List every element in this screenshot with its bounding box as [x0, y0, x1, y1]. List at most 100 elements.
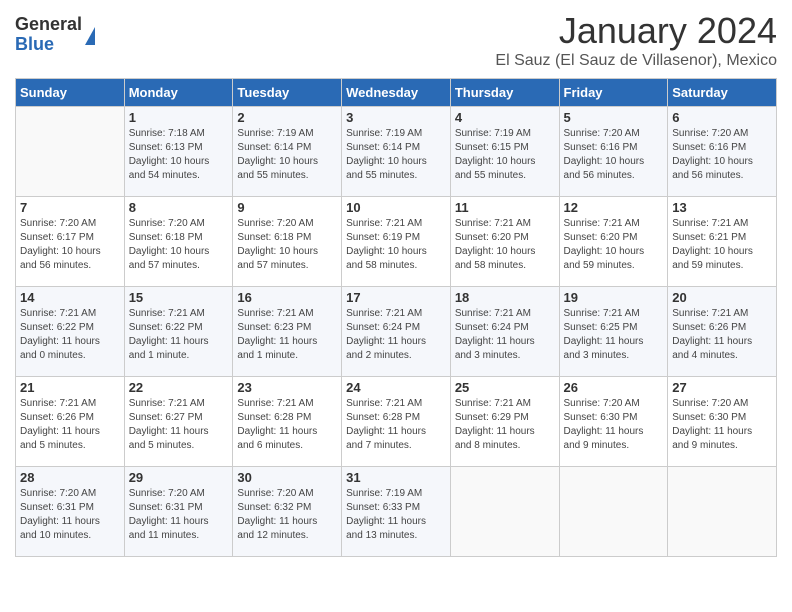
calendar-cell: 7 Sunrise: 7:20 AM Sunset: 6:17 PM Daylig…	[16, 197, 125, 287]
day-number: 2	[237, 110, 337, 125]
day-number: 14	[20, 290, 120, 305]
calendar-cell: 31Sunrise: 7:19 AM Sunset: 6:33 PM Dayli…	[342, 467, 451, 557]
header-row: Sunday Monday Tuesday Wednesday Thursday…	[16, 79, 777, 107]
header-sunday: Sunday	[16, 79, 125, 107]
calendar-cell	[16, 107, 125, 197]
logo-text: General Blue	[15, 15, 82, 55]
day-info: Sunrise: 7:21 AM Sunset: 6:29 PM Dayligh…	[455, 397, 555, 453]
calendar-cell: 9 Sunrise: 7:20 AM Sunset: 6:18 PM Daylig…	[233, 197, 342, 287]
calendar-cell: 24 Sunrise: 7:21 AM Sunset: 6:28 PM Dayli…	[342, 377, 451, 467]
header-monday: Monday	[124, 79, 233, 107]
calendar-cell: 18 Sunrise: 7:21 AM Sunset: 6:24 PM Dayli…	[450, 287, 559, 377]
day-info: Sunrise: 7:21 AM Sunset: 6:24 PM Dayligh…	[455, 307, 555, 363]
calendar-cell: 2 Sunrise: 7:19 AM Sunset: 6:14 PM Daylig…	[233, 107, 342, 197]
header-tuesday: Tuesday	[233, 79, 342, 107]
day-number: 15	[129, 290, 229, 305]
day-info: Sunrise: 7:21 AM Sunset: 6:20 PM Dayligh…	[564, 217, 664, 273]
calendar-cell: 23Sunrise: 7:21 AM Sunset: 6:28 PM Dayli…	[233, 377, 342, 467]
day-info: Sunrise: 7:21 AM Sunset: 6:22 PM Dayligh…	[129, 307, 229, 363]
day-info: Sunrise: 7:20 AM Sunset: 6:31 PM Dayligh…	[129, 487, 229, 543]
month-title: January 2024	[495, 10, 777, 52]
day-info: Sunrise: 7:20 AM Sunset: 6:17 PM Dayligh…	[20, 217, 120, 273]
calendar-cell: 25Sunrise: 7:21 AM Sunset: 6:29 PM Dayli…	[450, 377, 559, 467]
day-number: 23	[237, 380, 337, 395]
day-info: Sunrise: 7:21 AM Sunset: 6:26 PM Dayligh…	[672, 307, 772, 363]
calendar-cell: 6Sunrise: 7:20 AM Sunset: 6:16 PM Daylig…	[668, 107, 777, 197]
day-info: Sunrise: 7:19 AM Sunset: 6:14 PM Dayligh…	[237, 127, 337, 183]
day-number: 12	[564, 200, 664, 215]
calendar-cell	[559, 467, 668, 557]
day-info: Sunrise: 7:20 AM Sunset: 6:32 PM Dayligh…	[237, 487, 337, 543]
calendar-cell: 14 Sunrise: 7:21 AM Sunset: 6:22 PM Dayli…	[16, 287, 125, 377]
day-number: 17	[346, 290, 446, 305]
day-number: 28	[20, 470, 120, 485]
day-info: Sunrise: 7:21 AM Sunset: 6:21 PM Dayligh…	[672, 217, 772, 273]
calendar-cell: 12 Sunrise: 7:21 AM Sunset: 6:20 PM Dayli…	[559, 197, 668, 287]
calendar-cell: 15 Sunrise: 7:21 AM Sunset: 6:22 PM Dayli…	[124, 287, 233, 377]
day-number: 18	[455, 290, 555, 305]
day-number: 31	[346, 470, 446, 485]
day-number: 4	[455, 110, 555, 125]
day-number: 27	[672, 380, 772, 395]
day-number: 11	[455, 200, 555, 215]
calendar-cell: 4 Sunrise: 7:19 AM Sunset: 6:15 PM Daylig…	[450, 107, 559, 197]
day-info: Sunrise: 7:21 AM Sunset: 6:24 PM Dayligh…	[346, 307, 446, 363]
day-info: Sunrise: 7:20 AM Sunset: 6:30 PM Dayligh…	[564, 397, 664, 453]
day-number: 19	[564, 290, 664, 305]
calendar-table: Sunday Monday Tuesday Wednesday Thursday…	[15, 78, 777, 557]
logo: General Blue	[15, 15, 95, 55]
header-saturday: Saturday	[668, 79, 777, 107]
day-number: 29	[129, 470, 229, 485]
calendar-row-1: 1 Sunrise: 7:18 AM Sunset: 6:13 PM Daylig…	[16, 107, 777, 197]
day-number: 9	[237, 200, 337, 215]
day-info: Sunrise: 7:21 AM Sunset: 6:27 PM Dayligh…	[129, 397, 229, 453]
calendar-cell: 28 Sunrise: 7:20 AM Sunset: 6:31 PM Dayli…	[16, 467, 125, 557]
calendar-cell: 5Sunrise: 7:20 AM Sunset: 6:16 PM Daylig…	[559, 107, 668, 197]
day-number: 26	[564, 380, 664, 395]
day-info: Sunrise: 7:21 AM Sunset: 6:28 PM Dayligh…	[346, 397, 446, 453]
calendar-cell: 22 Sunrise: 7:21 AM Sunset: 6:27 PM Dayli…	[124, 377, 233, 467]
header-thursday: Thursday	[450, 79, 559, 107]
day-number: 22	[129, 380, 229, 395]
day-info: Sunrise: 7:20 AM Sunset: 6:18 PM Dayligh…	[237, 217, 337, 273]
calendar-row-4: 21Sunrise: 7:21 AM Sunset: 6:26 PM Dayli…	[16, 377, 777, 467]
day-number: 1	[129, 110, 229, 125]
calendar-cell: 10Sunrise: 7:21 AM Sunset: 6:19 PM Dayli…	[342, 197, 451, 287]
calendar-cell: 1 Sunrise: 7:18 AM Sunset: 6:13 PM Daylig…	[124, 107, 233, 197]
day-number: 3	[346, 110, 446, 125]
day-number: 24	[346, 380, 446, 395]
calendar-cell: 8Sunrise: 7:20 AM Sunset: 6:18 PM Daylig…	[124, 197, 233, 287]
day-info: Sunrise: 7:19 AM Sunset: 6:14 PM Dayligh…	[346, 127, 446, 183]
header-wednesday: Wednesday	[342, 79, 451, 107]
calendar-row-5: 28 Sunrise: 7:20 AM Sunset: 6:31 PM Dayli…	[16, 467, 777, 557]
calendar-cell: 13Sunrise: 7:21 AM Sunset: 6:21 PM Dayli…	[668, 197, 777, 287]
day-info: Sunrise: 7:21 AM Sunset: 6:20 PM Dayligh…	[455, 217, 555, 273]
day-number: 7	[20, 200, 120, 215]
day-info: Sunrise: 7:20 AM Sunset: 6:18 PM Dayligh…	[129, 217, 229, 273]
calendar-cell: 3 Sunrise: 7:19 AM Sunset: 6:14 PM Daylig…	[342, 107, 451, 197]
calendar-cell: 30 Sunrise: 7:20 AM Sunset: 6:32 PM Dayli…	[233, 467, 342, 557]
day-info: Sunrise: 7:21 AM Sunset: 6:22 PM Dayligh…	[20, 307, 120, 363]
day-number: 30	[237, 470, 337, 485]
day-number: 16	[237, 290, 337, 305]
calendar-header: Sunday Monday Tuesday Wednesday Thursday…	[16, 79, 777, 107]
calendar-row-2: 7 Sunrise: 7:20 AM Sunset: 6:17 PM Daylig…	[16, 197, 777, 287]
day-info: Sunrise: 7:19 AM Sunset: 6:15 PM Dayligh…	[455, 127, 555, 183]
logo-triangle-icon	[85, 27, 95, 45]
day-info: Sunrise: 7:20 AM Sunset: 6:30 PM Dayligh…	[672, 397, 772, 453]
day-number: 5	[564, 110, 664, 125]
day-number: 20	[672, 290, 772, 305]
calendar-cell: 11 Sunrise: 7:21 AM Sunset: 6:20 PM Dayli…	[450, 197, 559, 287]
calendar-row-3: 14 Sunrise: 7:21 AM Sunset: 6:22 PM Dayli…	[16, 287, 777, 377]
day-info: Sunrise: 7:20 AM Sunset: 6:31 PM Dayligh…	[20, 487, 120, 543]
calendar-cell: 21Sunrise: 7:21 AM Sunset: 6:26 PM Dayli…	[16, 377, 125, 467]
calendar-cell	[668, 467, 777, 557]
day-info: Sunrise: 7:21 AM Sunset: 6:19 PM Dayligh…	[346, 217, 446, 273]
calendar-cell: 26 Sunrise: 7:20 AM Sunset: 6:30 PM Dayli…	[559, 377, 668, 467]
day-info: Sunrise: 7:21 AM Sunset: 6:26 PM Dayligh…	[20, 397, 120, 453]
calendar-cell	[450, 467, 559, 557]
header-friday: Friday	[559, 79, 668, 107]
location-title: El Sauz (El Sauz de Villasenor), Mexico	[495, 52, 777, 70]
calendar-body: 1 Sunrise: 7:18 AM Sunset: 6:13 PM Daylig…	[16, 107, 777, 557]
day-info: Sunrise: 7:18 AM Sunset: 6:13 PM Dayligh…	[129, 127, 229, 183]
